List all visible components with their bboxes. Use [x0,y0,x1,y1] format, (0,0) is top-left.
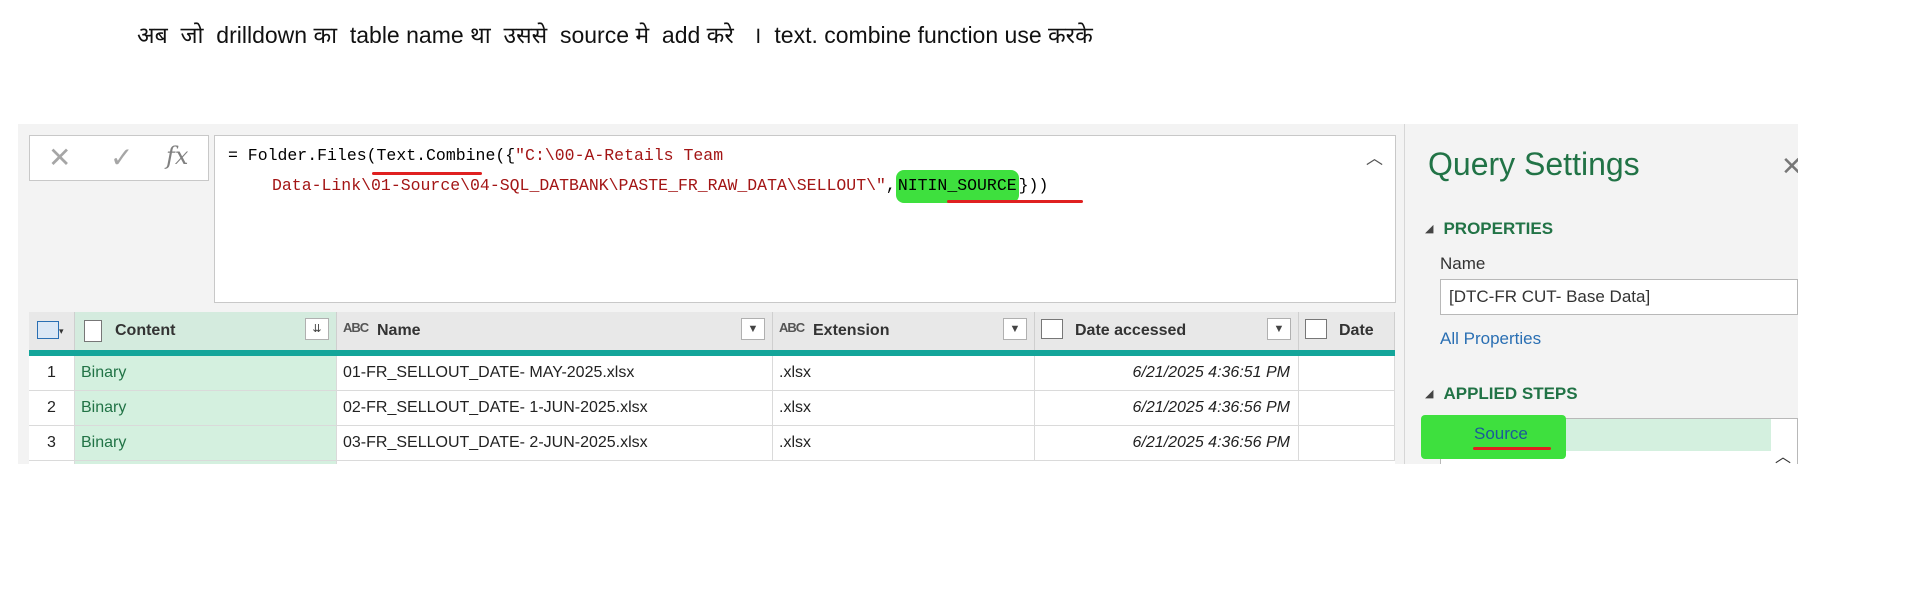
close-icon[interactable]: ✕ [1781,152,1798,182]
table-cell-date[interactable] [1299,391,1395,426]
row-number[interactable] [29,461,75,464]
underline-mark [1473,447,1551,450]
fx-icon[interactable]: fx [166,142,188,170]
table-cell-name[interactable]: 03-FR_SELLOUT_DATE- 2-JUN-2025.xlsx [337,426,773,461]
table-cell-extension[interactable]: .xlsx [773,391,1035,426]
underline-mark [372,172,482,175]
pane-title: Query Settings [1428,146,1640,182]
section-heading: PROPERTIES [1443,219,1554,238]
formula-string: "C:\00-A-Retails Team [515,146,724,165]
column-header-date-accessed[interactable]: Date accessed ▼ [1035,312,1299,350]
column-header-content[interactable]: Content ⇊ [75,312,337,350]
chevron-down-icon: ▾ [59,326,64,336]
query-name-input[interactable]: [DTC-FR CUT- Base Data] [1440,279,1798,315]
column-name: Name [377,322,421,339]
table-cell-name[interactable]: 01-FR_SELLOUT_DATE- MAY-2025.xlsx [337,356,773,391]
table-cell-name[interactable]: 02-FR_SELLOUT_DATE- 1-JUN-2025.xlsx [337,391,773,426]
triangle-down-icon: ◢ [1425,388,1434,400]
table-cell-content[interactable] [75,461,337,464]
row-number[interactable]: 2 [29,391,75,426]
query-settings-pane: Query Settings ✕ ◢ PROPERTIES Name [DTC-F… [1404,124,1798,464]
formula-close: })) [1018,176,1049,195]
column-header-name[interactable]: ABC Name ▼ [337,312,773,350]
text-type-icon: ABC [779,320,805,335]
chevron-up-icon[interactable]: ︿ [1771,443,1795,464]
highlighted-parameter: NITIN_SOURCE [895,170,1019,203]
step-source[interactable]: Source [1474,424,1528,444]
chevron-down-icon[interactable]: ▼ [1003,318,1027,340]
row-number[interactable]: 3 [29,426,75,461]
underline-mark [947,200,1083,203]
formula-controls: ✕ ✓ fx [29,135,209,181]
all-properties-link[interactable]: All Properties [1440,329,1541,349]
formula-string: Data-Link\01-Source\04-SQL_DATBANK\PASTE… [272,176,886,195]
chevron-up-icon[interactable]: ︿ [1366,144,1383,169]
applied-steps-section[interactable]: ◢ APPLIED STEPS [1425,384,1578,404]
table-cell-content[interactable]: Binary [75,356,337,391]
column-header-extension[interactable]: ABC Extension ▼ [773,312,1035,350]
datetime-icon [1305,319,1327,339]
column-name: Content [115,322,176,339]
formula-line-2: Data-Link\01-Source\04-SQL_DATBANK\PASTE… [272,170,1049,203]
column-name: Date [1339,322,1374,339]
table-cell-date[interactable] [1299,356,1395,391]
commit-icon[interactable]: ✓ [110,141,133,174]
table-cell-date[interactable] [1299,426,1395,461]
table-cell-date-accessed[interactable]: 6/21/2025 4:36:56 PM [1035,426,1299,461]
row-number[interactable]: 1 [29,356,75,391]
cancel-icon[interactable]: ✕ [48,141,71,174]
chevron-down-icon[interactable]: ▼ [741,318,765,340]
table-menu-header[interactable]: ▾ [29,312,75,350]
datetime-icon [1041,319,1063,339]
table-cell-date-accessed[interactable]: 6/21/2025 4:36:56 PM [1035,391,1299,426]
applied-steps-list: Source ︿ [1421,415,1798,464]
document-icon [84,320,102,342]
expand-icon[interactable]: ⇊ [305,318,329,340]
table-cell-content[interactable]: Binary [75,426,337,461]
column-name: Date accessed [1075,322,1187,339]
section-heading: APPLIED STEPS [1443,384,1578,403]
table-cell-content[interactable]: Binary [75,391,337,426]
properties-section[interactable]: ◢ PROPERTIES [1425,219,1553,239]
chevron-down-icon[interactable]: ▼ [1267,318,1291,340]
name-label: Name [1440,254,1486,273]
column-header-date[interactable]: Date [1299,312,1395,350]
column-name: Extension [813,322,890,339]
power-query-editor: ✕ ✓ fx = Folder.Files(Text.Combine({"C:\… [18,124,1798,464]
text-type-icon: ABC [343,320,369,335]
formula-comma: , [885,176,896,195]
formula-code: = Folder.Files(Text.Combine({ [228,146,516,165]
table-cell-extension[interactable]: .xlsx [773,356,1035,391]
data-grid: ▾ Content ⇊ ABC Name ▼ ABC Extension ▼ D… [29,312,1395,464]
table-icon [37,321,59,339]
formula-line-1: = Folder.Files(Text.Combine({"C:\00-A-Re… [228,146,723,165]
table-cell-extension[interactable]: .xlsx [773,426,1035,461]
table-cell-date-accessed[interactable]: 6/21/2025 4:36:51 PM [1035,356,1299,391]
instruction-caption: अब जो drilldown का table name था उससे so… [137,22,1093,48]
triangle-down-icon: ◢ [1425,223,1434,235]
formula-bar[interactable]: = Folder.Files(Text.Combine({"C:\00-A-Re… [214,135,1396,303]
